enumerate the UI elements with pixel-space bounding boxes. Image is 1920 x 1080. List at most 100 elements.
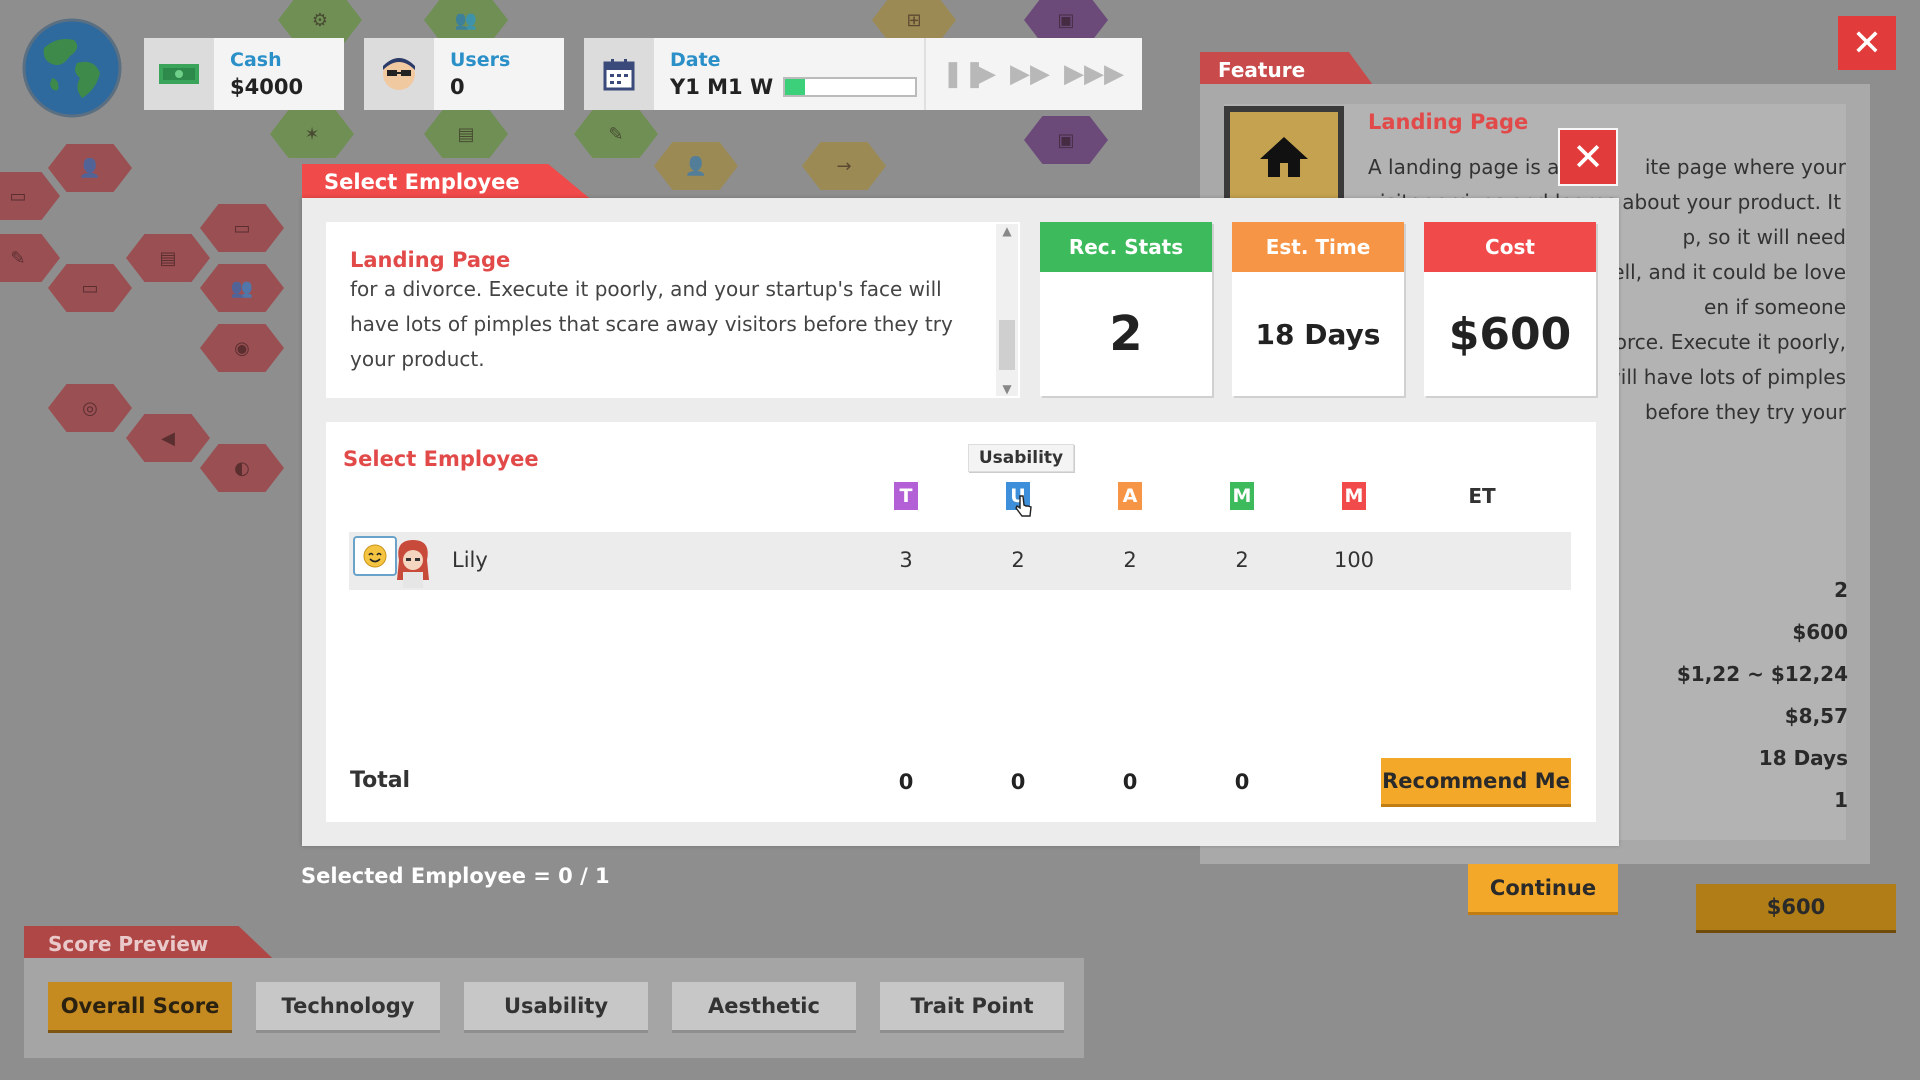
tech-column-header[interactable]: T: [894, 482, 918, 510]
map-hex: ◀: [126, 414, 210, 462]
map-hex: 👥: [200, 264, 284, 312]
description-box: Landing Page for a divorce. Execute it p…: [326, 222, 1020, 398]
fastest-forward-icon[interactable]: ▶▶▶: [1064, 60, 1124, 88]
cash-value: $4000: [230, 75, 304, 99]
map-hex: ✎: [574, 110, 658, 158]
aesthetic-column-header[interactable]: A: [1118, 482, 1142, 510]
play-icon[interactable]: ▶: [976, 60, 996, 88]
user-avatar-icon: [364, 38, 434, 110]
map-hex: ✎: [0, 234, 60, 282]
map-hex: ▭: [200, 204, 284, 252]
employee-stat-m1: 2: [1235, 548, 1249, 572]
employee-stat-a: 2: [1123, 548, 1137, 572]
map-hex: ▭: [0, 172, 60, 220]
technology-button[interactable]: Technology: [256, 982, 440, 1030]
employee-stat-t: 3: [899, 548, 913, 572]
map-hex: 👤: [654, 142, 738, 190]
scrollbar-thumb[interactable]: [999, 320, 1015, 370]
description-text: for a divorce. Execute it poorly, and yo…: [350, 272, 990, 392]
feature-value: $8,57: [1784, 704, 1848, 728]
total-m: 0: [1234, 770, 1250, 794]
map-hex: ◉: [200, 324, 284, 372]
employee-name: Lily: [452, 548, 488, 572]
feature-value: 18 Days: [1758, 746, 1848, 770]
calendar-icon: [584, 38, 654, 110]
employee-row-lily[interactable]: Lily: [349, 532, 1571, 590]
users-label: Users: [450, 49, 511, 71]
rec-stats-value: 2: [1109, 306, 1143, 362]
date-value: Y1 M1 W: [670, 75, 774, 99]
total-a: 0: [1122, 770, 1138, 794]
week-progress-bar: [783, 77, 918, 97]
house-icon: [1230, 112, 1338, 200]
close-modal-button[interactable]: ✕: [1558, 128, 1618, 186]
description-scrollbar[interactable]: ▲ ▼: [996, 224, 1018, 396]
m-green-column-header[interactable]: M: [1230, 482, 1254, 510]
map-hex: ▭: [48, 264, 132, 312]
description-line: your product.: [350, 347, 485, 371]
table-title: Select Employee: [343, 447, 539, 471]
usability-button[interactable]: Usability: [464, 982, 648, 1030]
et-column-header[interactable]: ET: [1460, 484, 1504, 508]
map-hex: ◐: [200, 444, 284, 492]
employee-avatar: [393, 536, 433, 588]
selected-employee-counter: Selected Employee = 0 / 1: [301, 864, 610, 888]
m-red-column-header[interactable]: M: [1342, 482, 1366, 510]
map-hex: ▤: [126, 234, 210, 282]
cash-label: Cash: [230, 49, 282, 71]
feature-title: Landing Page: [1368, 110, 1529, 134]
close-feature-button[interactable]: ✕: [1838, 16, 1896, 70]
map-hex: ✶: [270, 110, 354, 158]
feature-image: [1224, 106, 1344, 206]
rec-stats-label: Rec. Stats: [1040, 222, 1212, 272]
score-preview-title: Score Preview: [24, 926, 277, 962]
scroll-up-icon[interactable]: ▲: [996, 224, 1018, 238]
total-t: 0: [898, 770, 914, 794]
rec-stats-box: Rec. Stats 2: [1040, 222, 1212, 396]
total-u: 0: [1010, 770, 1026, 794]
date-label: Date: [670, 49, 721, 71]
feature-value: 1: [1834, 788, 1848, 812]
price-button[interactable]: $600: [1696, 884, 1896, 930]
date-card: Date Y1 M1 W: [584, 38, 1142, 110]
description-line: for a divorce. Execute it poorly, and yo…: [350, 277, 942, 301]
cash-icon: [144, 38, 214, 110]
users-card: Users 0: [364, 38, 564, 110]
est-time-value: 18 Days: [1255, 317, 1381, 351]
overall-score-button[interactable]: Overall Score: [48, 982, 232, 1030]
smile-emote-icon: [353, 536, 397, 576]
speed-controls-divider: [924, 38, 926, 110]
map-hex: ▤: [424, 110, 508, 158]
employee-stat-u: 2: [1011, 548, 1025, 572]
scroll-down-icon[interactable]: ▼: [996, 382, 1018, 396]
feature-tab: Feature: [1200, 52, 1376, 88]
est-time-box: Est. Time 18 Days: [1232, 222, 1404, 396]
map-hex: ▣: [1024, 116, 1108, 164]
aesthetic-button[interactable]: Aesthetic: [672, 982, 856, 1030]
feature-desc-line: A landing page is a: [1368, 155, 1560, 179]
trait-point-button[interactable]: Trait Point: [880, 982, 1064, 1030]
recommend-me-button[interactable]: Recommend Me: [1381, 758, 1571, 804]
cost-box: Cost $600: [1424, 222, 1596, 396]
modal-tab-title: Select Employee: [302, 164, 592, 200]
cost-label: Cost: [1424, 222, 1596, 272]
employee-stat-m2: 100: [1333, 548, 1375, 572]
feature-value: $1,22 ~ $12,24: [1676, 662, 1848, 686]
cash-card: Cash $4000: [144, 38, 344, 110]
cost-value: $600: [1448, 308, 1572, 360]
fast-forward-icon[interactable]: ▶▶: [1010, 60, 1050, 88]
feature-value: 2: [1834, 578, 1848, 602]
continue-button[interactable]: Continue: [1468, 864, 1618, 912]
globe-icon[interactable]: [22, 18, 122, 118]
users-value: 0: [450, 75, 465, 99]
usability-tooltip: Usability: [968, 444, 1074, 472]
total-label: Total: [350, 768, 411, 793]
est-time-label: Est. Time: [1232, 222, 1404, 272]
description-title: Landing Page: [350, 248, 511, 272]
week-progress-fill: [785, 79, 805, 95]
map-hex: →: [802, 142, 886, 190]
feature-value: $600: [1792, 620, 1848, 644]
mouse-cursor-icon: [1014, 494, 1034, 522]
feature-desc-line: ite page where your: [1644, 155, 1846, 179]
map-hex: ◎: [48, 384, 132, 432]
